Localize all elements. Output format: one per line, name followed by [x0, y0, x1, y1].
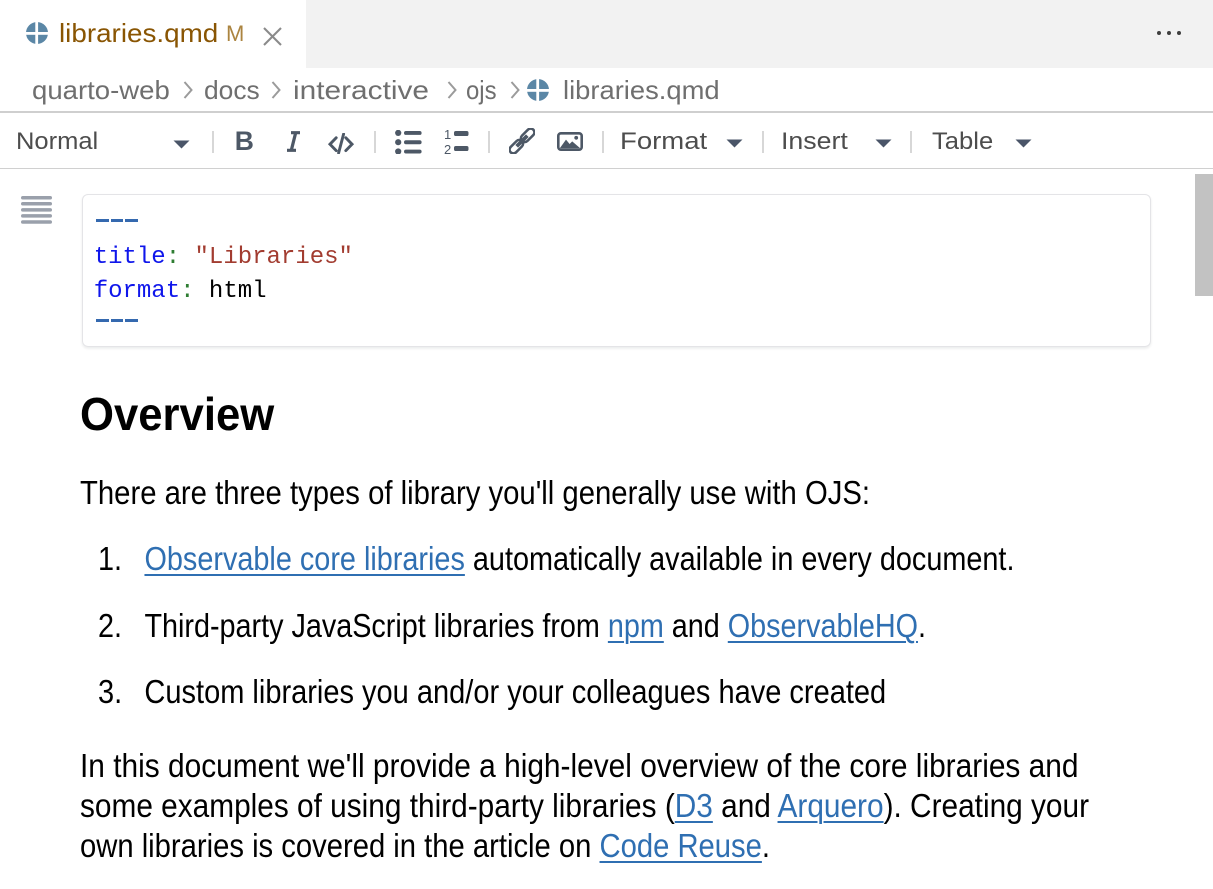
svg-text:2: 2 [444, 142, 451, 156]
svg-text:1: 1 [444, 128, 451, 142]
